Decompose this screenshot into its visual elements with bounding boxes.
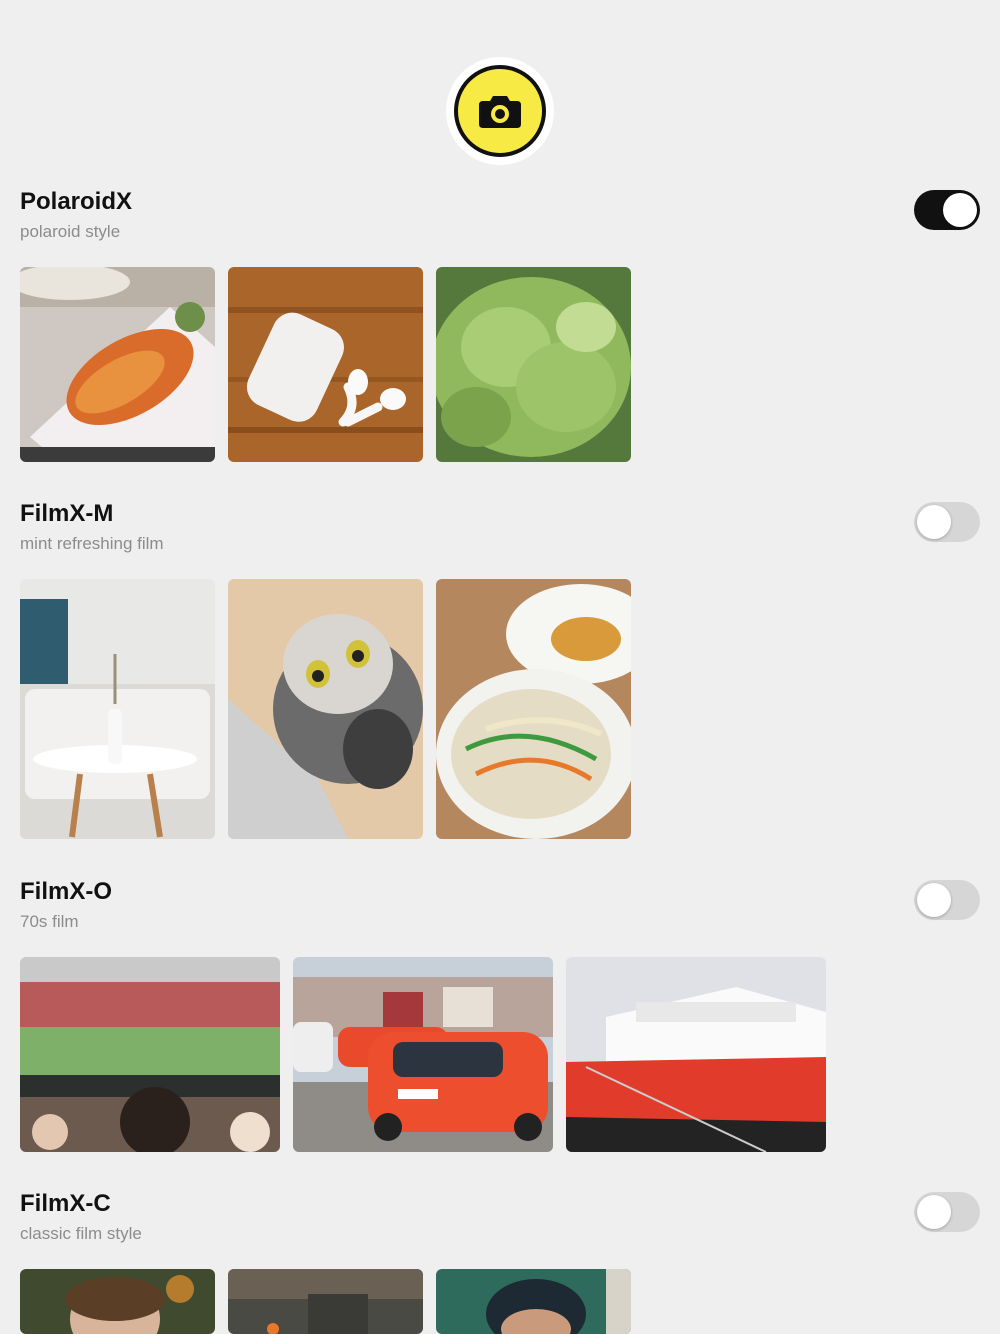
toggle-knob (917, 505, 951, 539)
toggle-knob (917, 1195, 951, 1229)
filter-description: classic film style (20, 1224, 142, 1243)
photo-thumbnail[interactable] (20, 957, 280, 1152)
filter-title: FilmX-M (20, 500, 114, 527)
filter-section-polaroidx: PolaroidX polaroid style (20, 188, 980, 462)
camera-icon (479, 96, 521, 128)
photo-thumbnail[interactable] (20, 267, 215, 462)
filter-title: FilmX-C (20, 1190, 111, 1217)
photo-thumbnail[interactable] (566, 957, 826, 1152)
filter-toggle[interactable] (914, 1192, 980, 1232)
photo-row (20, 957, 826, 1152)
photo-thumbnail[interactable] (436, 1269, 631, 1334)
photo-thumbnail[interactable] (228, 1269, 423, 1334)
camera-button-ring (446, 57, 554, 165)
filter-section-filmx-o: FilmX-O 70s film (20, 878, 980, 1152)
filter-description: polaroid style (20, 222, 121, 241)
filter-toggle[interactable] (914, 190, 980, 230)
filter-toggle[interactable] (914, 502, 980, 542)
filter-section-filmx-m: FilmX-M mint refreshing film (20, 500, 980, 839)
filter-description: mint refreshing film (20, 534, 164, 553)
camera-button[interactable] (454, 65, 546, 157)
photo-row (20, 267, 631, 462)
toggle-knob (917, 883, 951, 917)
photo-thumbnail[interactable] (20, 1269, 215, 1334)
photo-thumbnail[interactable] (228, 579, 423, 839)
photo-thumbnail[interactable] (228, 267, 423, 462)
photo-thumbnail[interactable] (436, 579, 631, 839)
photo-row (20, 579, 631, 839)
toggle-knob (943, 193, 977, 227)
photo-thumbnail[interactable] (293, 957, 553, 1152)
photo-thumbnail[interactable] (20, 579, 215, 839)
photo-thumbnail[interactable] (436, 267, 631, 462)
filter-section-filmx-c: FilmX-C classic film style (20, 1190, 980, 1334)
filter-title: PolaroidX (20, 188, 133, 215)
filter-description: 70s film (20, 912, 79, 931)
filter-toggle[interactable] (914, 880, 980, 920)
photo-row (20, 1269, 631, 1334)
filter-title: FilmX-O (20, 878, 113, 905)
